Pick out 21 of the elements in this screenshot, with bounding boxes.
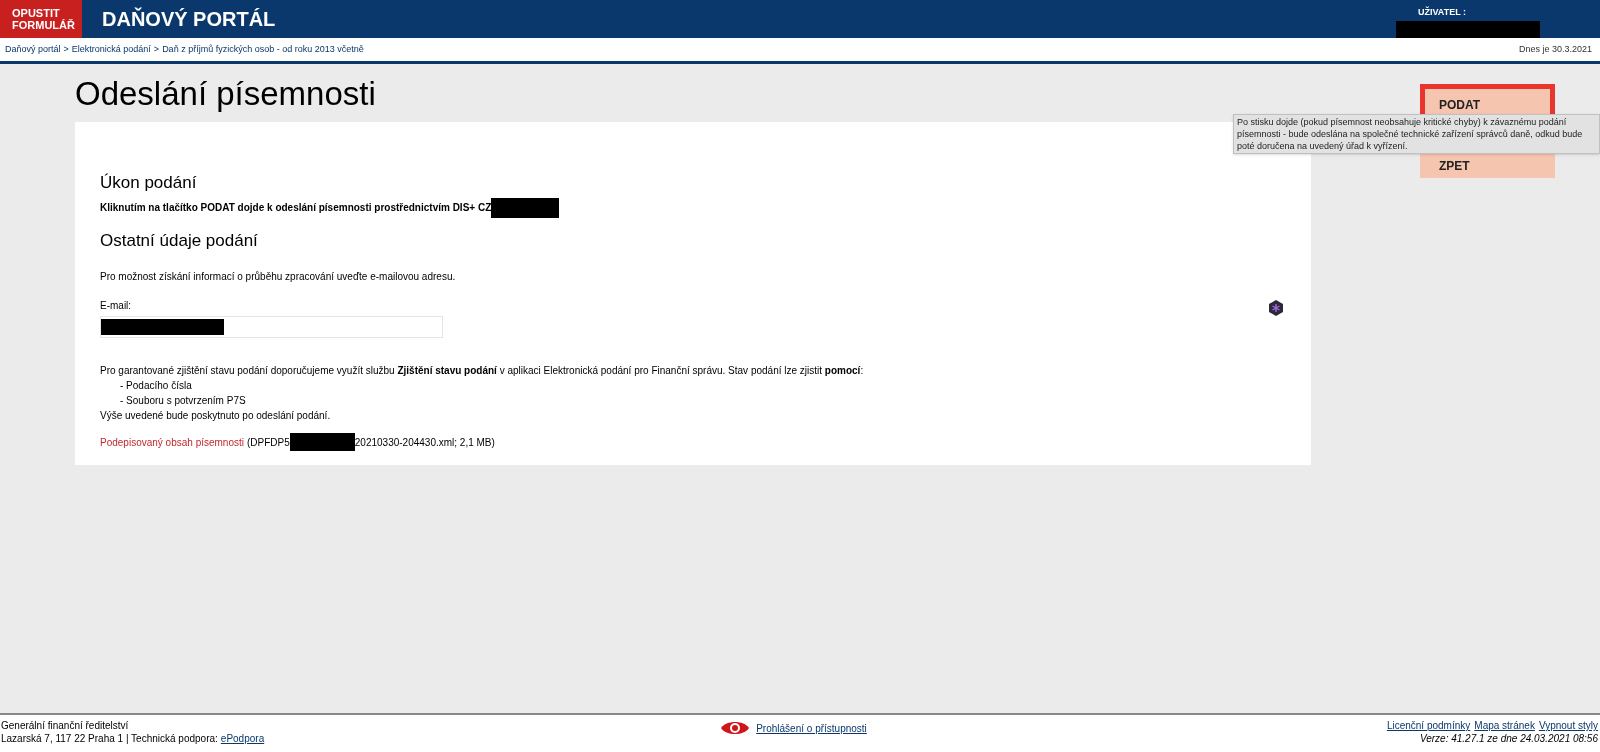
note-end-text: Výše uvedené bude poskytnuto po odeslání podání. — [100, 409, 331, 423]
submit-info-text: Kliknutím na tlačítko PODAT dojde k odeslání písemnosti prostřednictvím DIS+ CZ — [100, 201, 492, 215]
breadcrumb-separator: > — [153, 42, 160, 56]
note-list-item: - Souboru s potvrzením P7S — [120, 394, 246, 408]
version-text: Verze: 41.27.1 ze dne 24.03.2021 08:56 — [1419, 732, 1598, 745]
email-label: E-mail: — [100, 299, 132, 313]
breadcrumb-separator: > — [63, 42, 69, 56]
note-list-item: - Podacího čísla — [120, 379, 192, 393]
file-name-text: (DPFDP5 — [247, 435, 290, 450]
address-text: Lazarská 7, 117 22 Praha 1 | Technická podpora: — [1, 732, 218, 745]
page-title: Odeslání písemnosti — [75, 74, 376, 114]
organization-name: Generální finanční ředitelství — [1, 719, 129, 732]
email-intro-text: Pro možnost získání informací o průběhu zpracování uveďte e-mailovou adresu. — [100, 270, 456, 284]
tooltip: Po stisku dojde (pokud písemnost neobsahuje kritické chyby) k závaznému podání písemnosti - bude odeslána na společné technické zařízení správců daně, odkud bude poté doručena na uvedený úřad k vyřízení. — [1233, 114, 1600, 154]
date-text: Dnes je 30.3.2021 — [1518, 42, 1592, 56]
portal-title: DAŇOVÝ PORTÁL — [102, 6, 276, 32]
section-heading: Úkon podání — [100, 172, 197, 194]
file-name-text: 20210330-204430.xml; 2,1 MB) — [354, 435, 495, 450]
status-note-text: Pro garantované zjištění stavu podání doporučujeme využít službu Zjištění stavu podání v aplikaci Elektronická podání pro Finanční správu. Stav podání lze zjistit pomocí: — [100, 364, 864, 378]
section-heading: Ostatní údaje podání — [100, 229, 258, 252]
user-label: UŽIVATEL : — [1418, 6, 1466, 19]
